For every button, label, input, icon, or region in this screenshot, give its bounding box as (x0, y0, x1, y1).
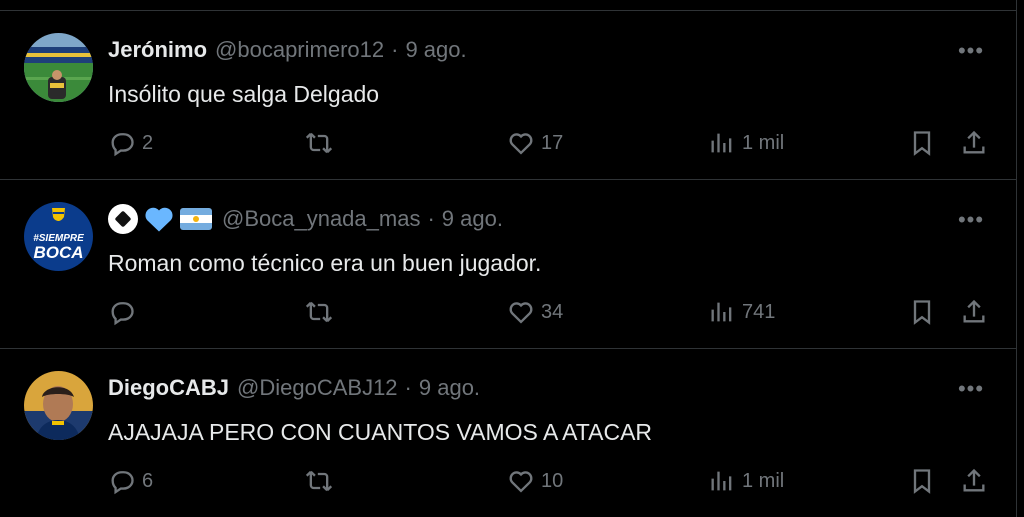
retweet-icon (305, 301, 333, 323)
tweet[interactable]: Jerónimo @bocaprimero12 · 9 ago. ••• Ins… (0, 11, 1016, 180)
person-photo-avatar (24, 371, 93, 440)
share-icon (963, 299, 985, 323)
reply-icon (111, 302, 134, 326)
reply-button[interactable]: 2 (108, 126, 153, 160)
views-chart-icon (711, 302, 732, 322)
reply-count: 6 (142, 469, 154, 492)
timestamp[interactable]: 9 ago. (405, 37, 466, 63)
views-button[interactable]: 1 mil (708, 126, 784, 160)
user-handle[interactable]: @bocaprimero12 (215, 37, 384, 63)
separator: · (391, 37, 399, 62)
retweet-button[interactable] (305, 126, 339, 160)
bookmark-icon (913, 469, 931, 494)
share-button[interactable] (960, 126, 988, 160)
avatar[interactable]: #SIEMPRE BOCA (24, 202, 93, 271)
display-name[interactable]: DiegoCABJ (108, 375, 229, 401)
timeline: Jerónimo @bocaprimero12 · 9 ago. ••• Ins… (0, 0, 1017, 517)
tweet-text: Roman como técnico era un buen jugador. (108, 250, 542, 276)
timestamp[interactable]: 9 ago. (419, 375, 480, 401)
like-count: 17 (541, 131, 564, 154)
tweet-text: Insólito que salga Delgado (108, 81, 380, 107)
user-handle[interactable]: @Boca_ynada_mas (222, 206, 420, 232)
reply-icon (111, 471, 134, 495)
user-handle[interactable]: @DiegoCABJ12 (237, 375, 398, 401)
share-icon (963, 468, 985, 492)
like-button[interactable]: 10 (507, 464, 563, 498)
action-bar: 34 741 (108, 295, 988, 329)
siempre-boca-avatar: #SIEMPRE BOCA (24, 202, 93, 271)
like-count: 10 (541, 469, 564, 492)
views-button[interactable]: 1 mil (708, 464, 784, 498)
view-count: 741 (742, 300, 776, 323)
like-button[interactable]: 34 (507, 295, 563, 329)
stadium-photo-avatar (24, 33, 93, 102)
tweet[interactable]: #SIEMPRE BOCA @Boca_ynada_mas · 9 ago. •… (0, 180, 1016, 349)
retweet-button[interactable] (305, 295, 339, 329)
views-chart-icon (711, 471, 732, 491)
soccer-ball-icon (108, 204, 138, 234)
tweet[interactable]: DiegoCABJ @DiegoCABJ12 · 9 ago. ••• AJAJ… (0, 349, 1016, 517)
display-name[interactable]: Jerónimo (108, 37, 207, 63)
like-button[interactable]: 17 (507, 126, 563, 160)
avatar[interactable] (24, 371, 93, 440)
display-name[interactable] (108, 204, 212, 234)
heart-icon (509, 133, 533, 155)
view-count: 1 mil (742, 469, 785, 492)
heart-icon (509, 471, 533, 493)
separator: · (427, 206, 435, 231)
separator: · (404, 375, 412, 400)
reply-button[interactable] (108, 295, 142, 329)
bookmark-button[interactable] (908, 126, 936, 160)
heart-icon (509, 302, 533, 324)
timestamp[interactable]: 9 ago. (442, 206, 503, 232)
bookmark-button[interactable] (908, 464, 936, 498)
views-chart-icon (711, 133, 732, 153)
retweet-icon (305, 470, 333, 492)
reply-icon (111, 133, 134, 157)
tweet-header: @Boca_ynada_mas · 9 ago. (108, 204, 956, 234)
tweet-header: Jerónimo @bocaprimero12 · 9 ago. (108, 35, 956, 65)
bookmark-icon (913, 131, 931, 156)
tweet-header: DiegoCABJ @DiegoCABJ12 · 9 ago. (108, 373, 956, 403)
retweet-icon (305, 132, 333, 154)
action-bar: 6 10 1 mil (108, 464, 988, 498)
reply-button[interactable]: 6 (108, 464, 153, 498)
more-options-icon[interactable]: ••• (956, 205, 986, 235)
reply-count: 2 (142, 131, 154, 154)
retweet-button[interactable] (305, 464, 339, 498)
argentina-flag-icon (180, 208, 212, 230)
views-button[interactable]: 741 (708, 295, 775, 329)
avatar-text-bottom: BOCA (33, 243, 83, 262)
bookmark-icon (913, 300, 931, 325)
share-icon (963, 130, 985, 154)
blue-heart-icon (145, 207, 173, 232)
tweet-text: AJAJAJA PERO CON CUANTOS VAMOS A ATACAR (108, 419, 653, 445)
avatar[interactable] (24, 33, 93, 102)
like-count: 34 (541, 300, 564, 323)
bookmark-button[interactable] (908, 295, 936, 329)
share-button[interactable] (960, 295, 988, 329)
share-button[interactable] (960, 464, 988, 498)
more-options-icon[interactable]: ••• (956, 36, 986, 66)
view-count: 1 mil (742, 131, 785, 154)
action-bar: 2 17 1 mil (108, 126, 988, 160)
more-options-icon[interactable]: ••• (956, 374, 986, 404)
